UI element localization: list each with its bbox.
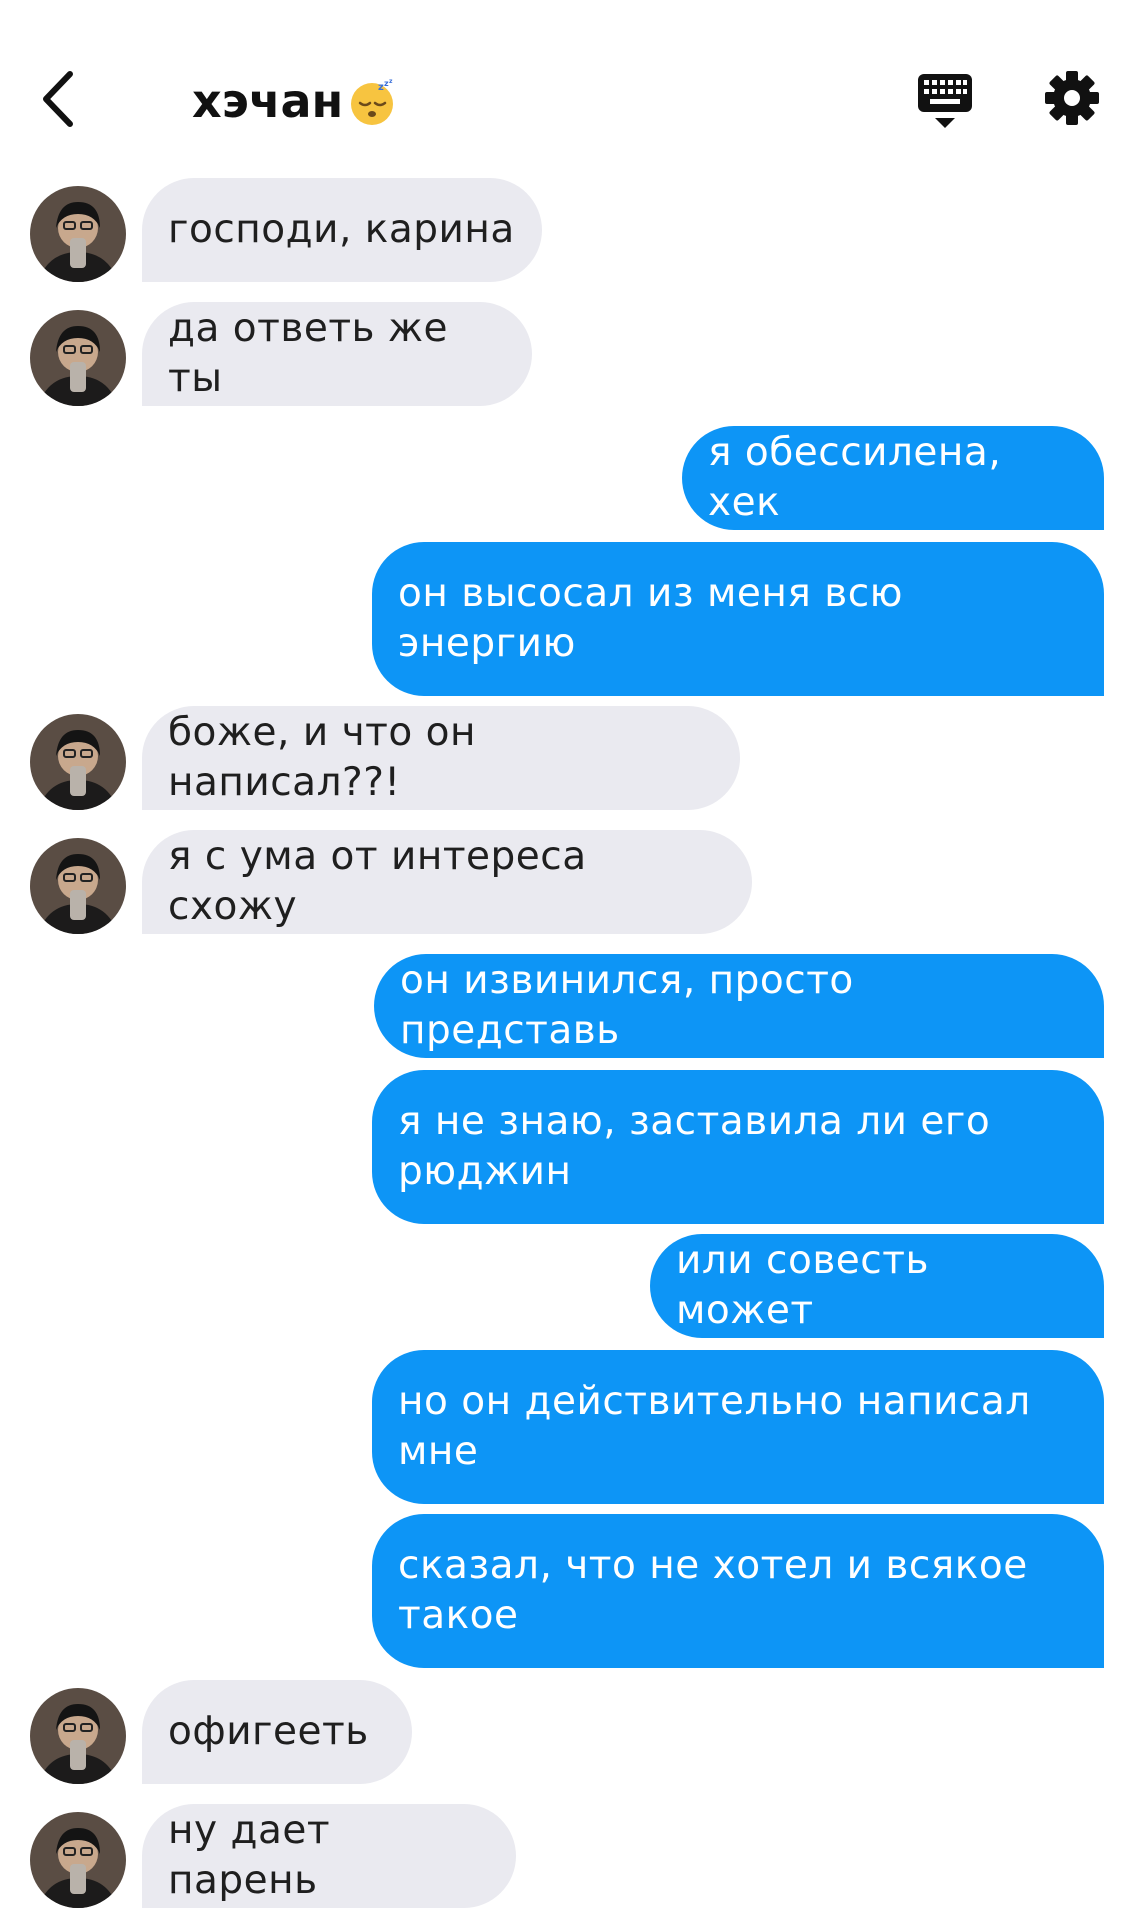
message-outgoing[interactable]: он высосал из меня всю энергию <box>372 542 1104 696</box>
back-button[interactable] <box>36 68 84 130</box>
message-incoming[interactable]: да ответь же ты <box>142 302 532 406</box>
gear-icon <box>1045 71 1099 125</box>
settings-button[interactable] <box>1044 70 1100 126</box>
message-outgoing[interactable]: или совесть может <box>650 1234 1104 1338</box>
avatar[interactable] <box>30 310 126 406</box>
message-incoming[interactable]: ну дает парень <box>142 1804 516 1908</box>
keyboard-icon <box>918 74 972 128</box>
sleeping-face-emoji-icon: z z z <box>348 78 396 126</box>
message-incoming[interactable]: боже, и что он написал??! <box>142 706 740 810</box>
message-incoming[interactable]: я с ума от интереса схожу <box>142 830 752 934</box>
avatar[interactable] <box>30 838 126 934</box>
chevron-left-icon <box>43 71 73 127</box>
svg-text:z: z <box>389 78 393 85</box>
chat-title: хэчан <box>192 74 344 128</box>
keyboard-button[interactable] <box>916 72 974 132</box>
message-outgoing[interactable]: но он действительно написал мне <box>372 1350 1104 1504</box>
message-incoming[interactable]: господи, карина <box>142 178 542 282</box>
message-outgoing[interactable]: сказал, что не хотел и всякое такое <box>372 1514 1104 1668</box>
avatar[interactable] <box>30 1688 126 1784</box>
avatar[interactable] <box>30 714 126 810</box>
message-outgoing[interactable]: он извинился, просто представь <box>374 954 1104 1058</box>
avatar[interactable] <box>30 1812 126 1908</box>
message-outgoing[interactable]: я обессилена, хек <box>682 426 1104 530</box>
avatar[interactable] <box>30 186 126 282</box>
message-incoming[interactable]: офигееть <box>142 1680 412 1784</box>
message-outgoing[interactable]: я не знаю, заставила ли его рюджин <box>372 1070 1104 1224</box>
